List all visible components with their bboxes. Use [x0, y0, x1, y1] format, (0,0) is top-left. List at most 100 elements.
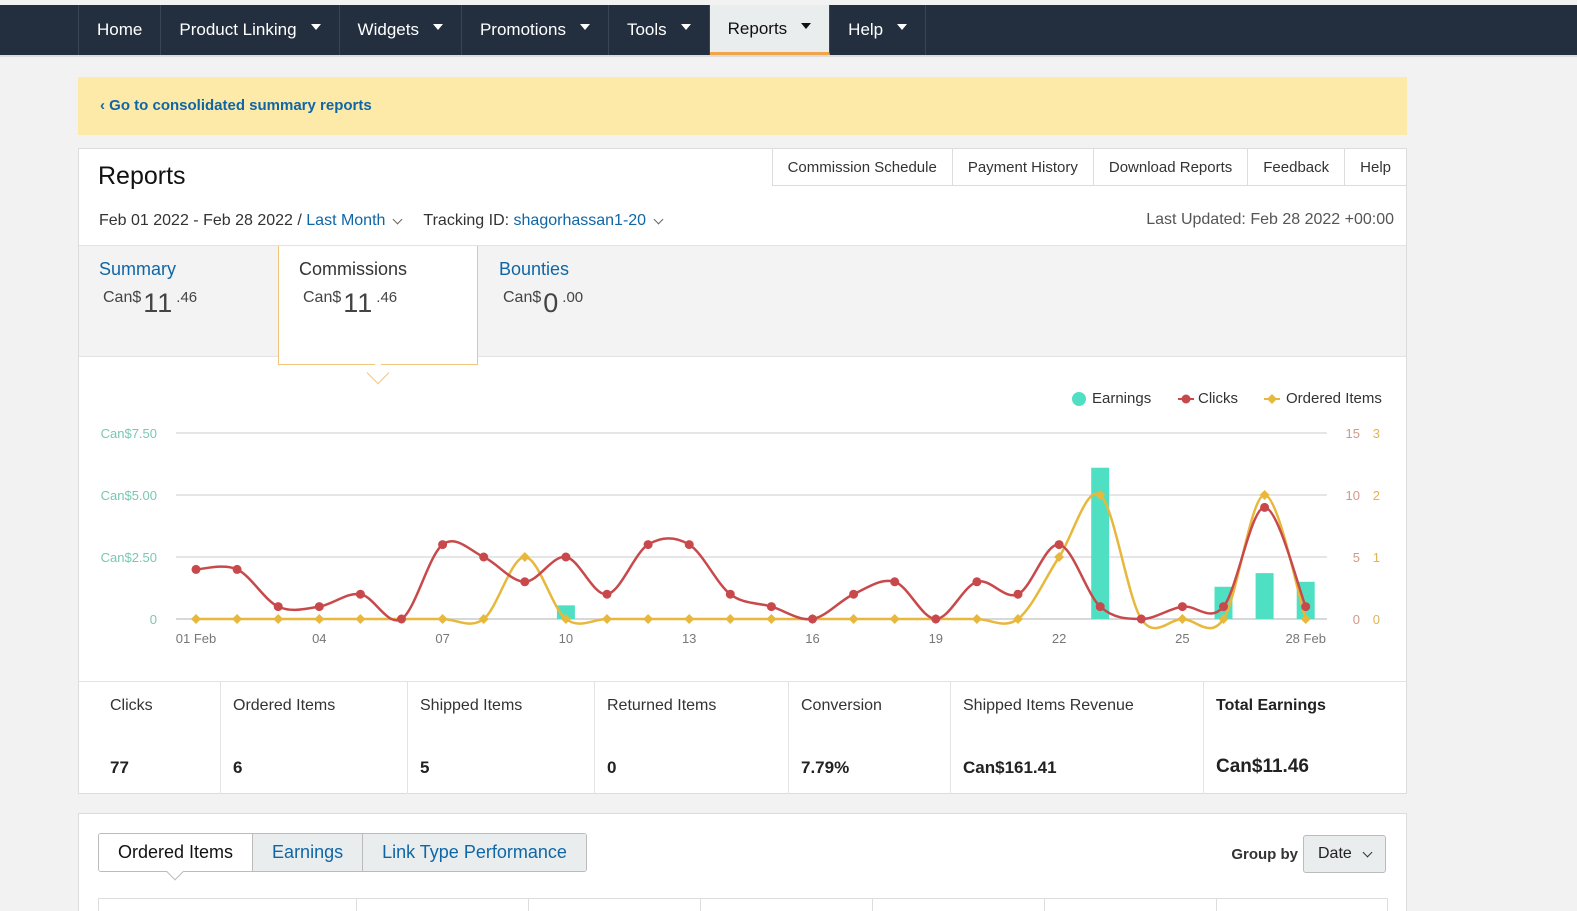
clicks-point [1136, 614, 1146, 624]
nav-help[interactable]: Help [830, 5, 927, 55]
chevron-down-icon[interactable] [392, 214, 403, 224]
clicks-point [355, 589, 365, 599]
amount-decimal: .00 [562, 289, 584, 306]
clicks-point [808, 614, 817, 624]
tab-link-type-performance[interactable]: Link Type Performance [362, 834, 586, 871]
metric-label: Total Earnings [1216, 697, 1326, 714]
consolidated-reports-link[interactable]: ‹ Go to consolidated summary reports [100, 97, 372, 114]
y-left-tick-label: Can$7.50 [101, 426, 157, 441]
summary-label: Summary [99, 259, 177, 279]
legend-ordered-items[interactable]: Ordered Items [1263, 390, 1382, 407]
commission-schedule-link[interactable]: Commission Schedule [773, 149, 953, 185]
clicks-point [1177, 602, 1187, 612]
date-range: Feb 01 2022 - Feb 28 2022 / [99, 212, 302, 229]
nav-label: Product Linking [179, 20, 297, 39]
amount-decimal: .46 [376, 289, 398, 306]
table-header [98, 898, 1388, 911]
legend-earnings[interactable]: Earnings [1071, 390, 1151, 407]
metric-label: Ordered Items [233, 697, 336, 714]
ordered-items-point [232, 614, 243, 624]
y-left-tick-label: Can$5.00 [101, 488, 157, 503]
metric-returned-items: Returned Items 0 [595, 682, 789, 794]
report-links: Commission Schedule Payment History Down… [771, 149, 1406, 186]
nav-tools[interactable]: Tools [609, 5, 710, 55]
chevron-down-icon [1362, 847, 1373, 857]
amount-whole: 11 [143, 288, 174, 318]
commissions-label: Commissions [299, 259, 408, 279]
legend-label: Clicks [1198, 390, 1238, 407]
amount-whole: 11 [343, 288, 374, 318]
download-reports-link[interactable]: Download Reports [1094, 149, 1249, 185]
nav-home[interactable]: Home [79, 5, 162, 55]
caret-down-icon [897, 24, 908, 30]
feedback-link[interactable]: Feedback [1248, 149, 1346, 185]
table-header-cell [99, 899, 357, 911]
commissions-tab[interactable]: Commissions Can$ 11.46 [278, 246, 478, 365]
help-link[interactable]: Help [1345, 149, 1406, 185]
group-by-value: Date [1318, 845, 1352, 862]
y-right-clicks-tick-label: 10 [1346, 488, 1360, 503]
ordered-items-point [273, 614, 284, 624]
clicks-point [397, 614, 406, 624]
period-dropdown[interactable]: Last Month [306, 212, 385, 230]
bounties-amount: Can$ 0.00 [503, 288, 584, 320]
metric-total-earnings: Total Earnings Can$11.46 [1204, 682, 1406, 794]
clicks-point [1013, 589, 1023, 599]
x-tick-label: 10 [559, 631, 573, 646]
caret-down-icon [432, 24, 443, 30]
ordered-items-point [355, 614, 366, 624]
clicks-point [849, 589, 859, 599]
nav-reports[interactable]: Reports [709, 5, 831, 55]
nav-label: Tools [626, 20, 667, 39]
legend-clicks[interactable]: Clicks [1177, 390, 1238, 407]
chevron-down-icon[interactable] [653, 214, 664, 224]
legend-label: Ordered Items [1286, 390, 1382, 407]
y-right-ordered-tick-label: 3 [1373, 426, 1380, 441]
tracking-label: Tracking ID: [423, 212, 510, 229]
x-tick-label: 13 [682, 631, 696, 646]
bounties-tab[interactable]: Bounties Can$ 0.00 [479, 246, 679, 356]
tracking-id-dropdown[interactable]: shagorhassan1-20 [514, 212, 647, 230]
metric-value: 7.79% [801, 758, 850, 777]
nav-divider [0, 55, 1577, 57]
summary-tab[interactable]: Summary Can$ 11.46 [79, 246, 279, 356]
ordered-items-point [766, 614, 777, 624]
nav-widgets[interactable]: Widgets [340, 5, 462, 55]
clicks-point [1054, 540, 1064, 550]
selected-tab-pointer [366, 361, 390, 385]
clicks-point [1260, 502, 1270, 512]
nav-product-linking[interactable]: Product Linking [161, 5, 340, 55]
earnings-bar [1255, 573, 1274, 619]
y-right-clicks-tick-label: 15 [1346, 426, 1360, 441]
clicks-point [931, 614, 941, 624]
clicks-point [191, 564, 201, 574]
table-header-cell [529, 899, 701, 911]
nav-label: Home [97, 20, 143, 39]
ordered-items-point [725, 614, 736, 624]
clicks-point [643, 540, 653, 550]
clicks-point [1301, 602, 1311, 612]
page-title: Reports [98, 162, 186, 190]
metric-label: Clicks [110, 697, 153, 714]
legend-label: Earnings [1092, 390, 1152, 407]
commissions-amount: Can$ 11.46 [303, 288, 398, 320]
metric-value: 6 [233, 758, 243, 777]
ordered-items-point [848, 614, 859, 624]
x-tick-label: 01 Feb [176, 631, 216, 646]
tab-earnings[interactable]: Earnings [252, 834, 363, 871]
bounties-label: Bounties [499, 259, 570, 279]
group-by-select[interactable]: Date [1303, 835, 1386, 873]
clicks-point [766, 602, 776, 612]
group-by: Group by Date [1231, 835, 1386, 873]
report-table-card: Ordered Items Earnings Link Type Perform… [78, 813, 1407, 911]
caret-down-icon [579, 24, 590, 30]
y-left-tick-label: 0 [150, 612, 157, 627]
clicks-point [684, 540, 694, 550]
x-tick-label: 22 [1052, 631, 1066, 646]
nav-label: Reports [727, 18, 788, 38]
last-updated: Last Updated: Feb 28 2022 +00:00 [1146, 211, 1394, 228]
metric-label: Shipped Items Revenue [963, 697, 1134, 714]
nav-promotions[interactable]: Promotions [462, 5, 609, 55]
payment-history-link[interactable]: Payment History [953, 149, 1094, 185]
clicks-point [725, 589, 735, 599]
